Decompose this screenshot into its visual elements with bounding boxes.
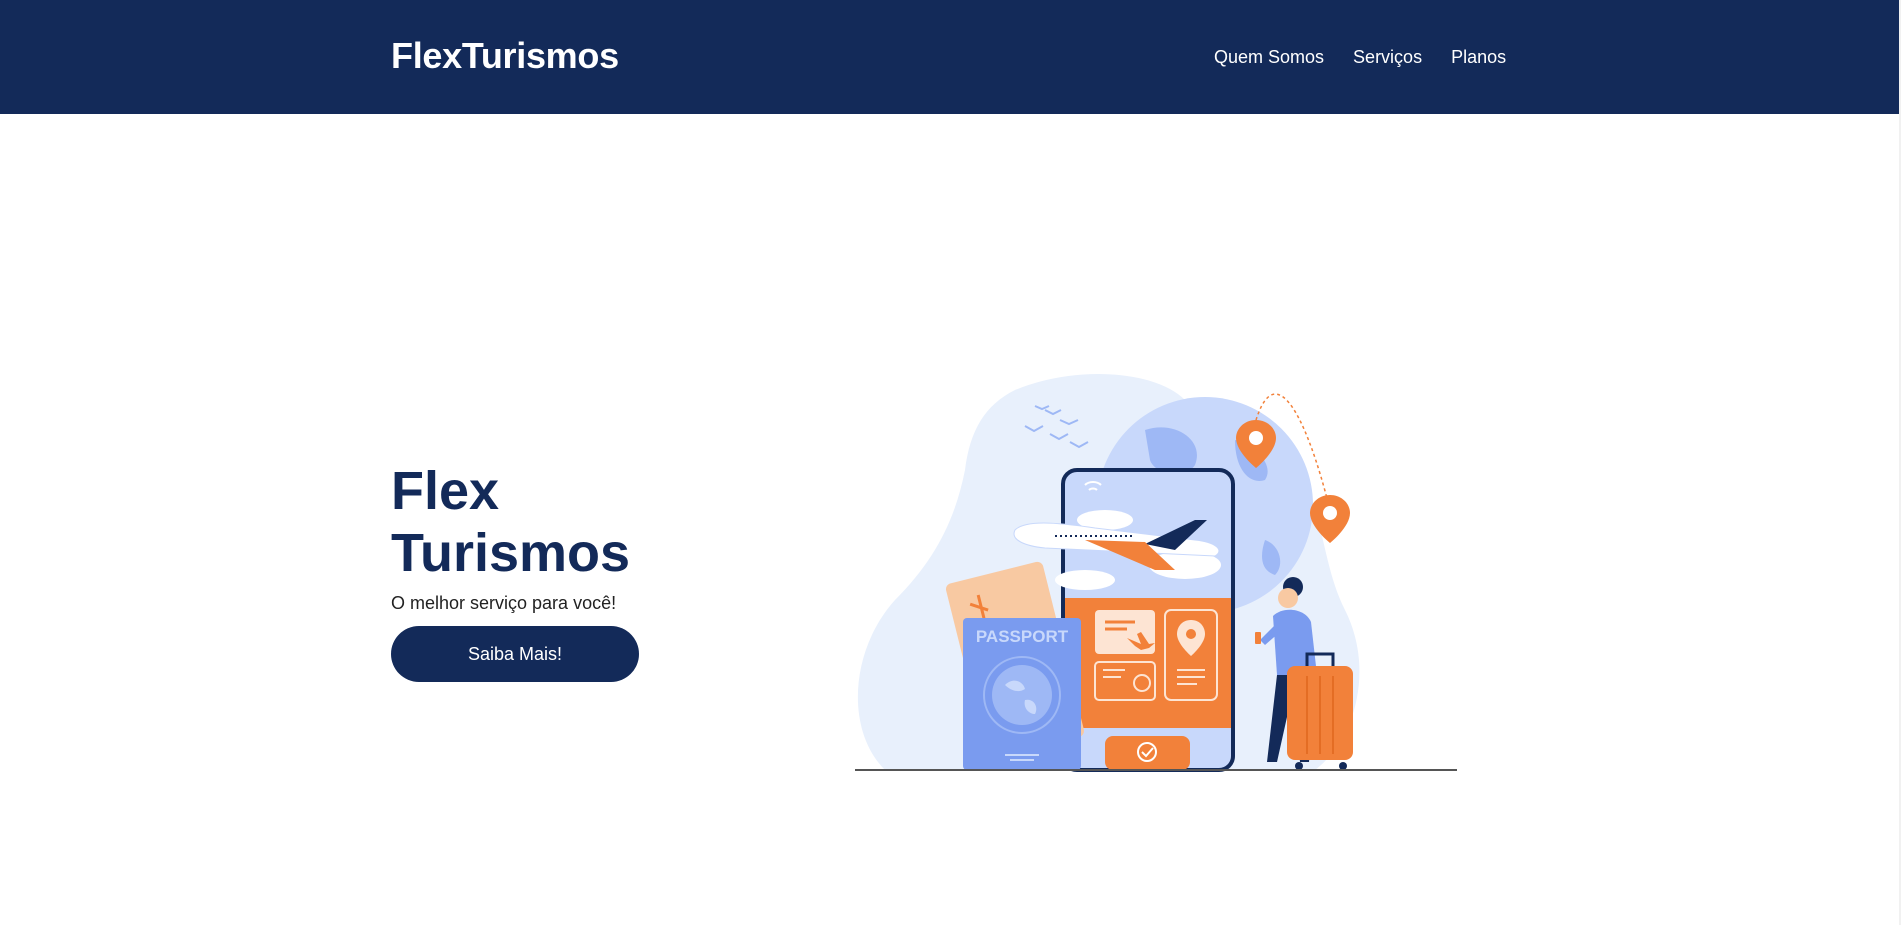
- travel-illustration: PASSPORT: [855, 373, 1457, 772]
- top-navbar: FlexTurismos Quem Somos Serviços Planos: [0, 0, 1899, 114]
- svg-text:PASSPORT: PASSPORT: [976, 627, 1069, 646]
- main-nav: Quem Somos Serviços Planos: [1214, 46, 1506, 68]
- nav-link-planos[interactable]: Planos: [1451, 46, 1506, 68]
- nav-link-servicos[interactable]: Serviços: [1353, 46, 1422, 68]
- hero-subtitle: O melhor serviço para você!: [391, 593, 617, 613]
- brand-logo[interactable]: FlexTurismos: [391, 36, 619, 76]
- hero-title: Flex Turismos: [391, 461, 631, 583]
- saiba-mais-button[interactable]: Saiba Mais!: [391, 626, 639, 682]
- luggage-icon: [1287, 652, 1353, 770]
- nav-link-quem-somos[interactable]: Quem Somos: [1214, 46, 1324, 68]
- passport-icon: PASSPORT: [963, 618, 1081, 770]
